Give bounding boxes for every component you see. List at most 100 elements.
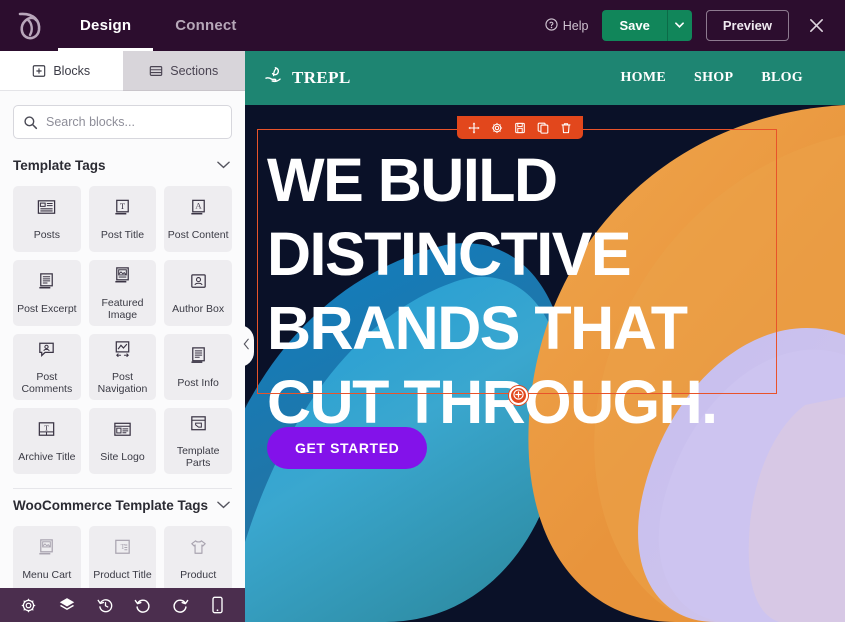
product-title-icon: T (112, 537, 133, 563)
history-icon[interactable] (97, 597, 114, 614)
block-card-site-logo[interactable]: Site Logo (88, 408, 157, 474)
block-card-product[interactable]: Product (164, 526, 232, 592)
block-card-label: Post Title (100, 228, 145, 241)
block-card-label: Product Title (93, 568, 152, 581)
top-bar: Design Connect Help Save Preview (0, 0, 845, 51)
section-header-template-tags[interactable]: Template Tags (0, 149, 245, 180)
search-input[interactable] (46, 115, 231, 129)
featured-image-icon (112, 265, 133, 291)
plus-circle-icon (513, 387, 524, 405)
save-button[interactable]: Save (602, 10, 667, 41)
post-title-icon: T (112, 197, 133, 223)
block-card-label: Post Navigation (97, 370, 148, 395)
preview-canvas[interactable]: TREPL HOME SHOP BLOG WE BUILD DISTINCTIV… (245, 51, 845, 622)
tab-connect[interactable]: Connect (153, 0, 258, 51)
main-nav-tabs: Design Connect (58, 0, 259, 51)
block-card-product-title[interactable]: T Product Title (88, 526, 157, 592)
block-card-template-parts[interactable]: Template Parts (164, 408, 232, 474)
leaf-logo-icon[interactable] (0, 0, 58, 51)
hand-plant-icon (263, 65, 285, 92)
undo-icon[interactable] (134, 597, 151, 614)
posts-icon (36, 197, 57, 223)
add-block-button[interactable] (509, 386, 528, 405)
tab-design[interactable]: Design (58, 0, 154, 51)
block-card-post-title[interactable]: T Post Title (88, 186, 157, 252)
svg-text:T: T (44, 423, 49, 432)
svg-text:A: A (195, 200, 202, 210)
block-card-label: Post Excerpt (17, 302, 77, 315)
save-block-icon[interactable] (514, 122, 526, 134)
block-card-label: Post Comments (21, 370, 73, 395)
site-logo-text: TREPL (292, 68, 351, 87)
block-card-post-content[interactable]: A Post Content (164, 186, 232, 252)
block-toolbar (457, 116, 583, 139)
post-comments-icon (36, 339, 57, 365)
chevron-down-icon (217, 496, 230, 514)
preview-button[interactable]: Preview (705, 10, 789, 41)
search-box[interactable] (13, 105, 232, 139)
site-nav-blog[interactable]: BLOG (761, 70, 803, 86)
block-card-post-navigation[interactable]: Post Navigation (88, 334, 157, 400)
block-card-post-info[interactable]: Post Info (164, 334, 232, 400)
responsive-mobile-icon[interactable] (210, 596, 225, 614)
blocks-icon (32, 64, 46, 78)
block-card-label: Archive Title (18, 450, 76, 463)
bottom-toolbar (0, 588, 245, 622)
sections-icon (149, 64, 163, 78)
panel-tab-blocks-label: Blocks (53, 63, 91, 78)
panel-scroll-area[interactable]: Template Tags Posts (0, 91, 245, 622)
redo-icon[interactable] (172, 597, 189, 614)
close-icon[interactable] (803, 13, 829, 39)
tab-connect-label: Connect (175, 17, 237, 34)
get-started-button[interactable]: GET STARTED (267, 427, 428, 469)
block-card-label: Author Box (172, 302, 225, 315)
section-header-woocommerce[interactable]: WooCommerce Template Tags (0, 489, 245, 520)
block-card-label: Featured Image (101, 296, 144, 321)
block-card-author-box[interactable]: Author Box (164, 260, 232, 326)
save-dropdown-toggle[interactable] (666, 10, 692, 41)
post-info-icon (188, 345, 209, 371)
block-card-label: Post Info (177, 376, 219, 389)
block-card-label: Product (180, 568, 217, 581)
block-card-label: Site Logo (100, 450, 145, 463)
template-parts-icon (188, 413, 209, 439)
post-excerpt-icon (36, 271, 57, 297)
trash-icon[interactable] (560, 122, 572, 134)
page-builder-app: Design Connect Help Save Preview Blocks … (0, 0, 845, 622)
section-title: Template Tags (13, 157, 106, 173)
block-card-posts[interactable]: Posts (13, 186, 81, 252)
block-card-featured-image[interactable]: Featured Image (88, 260, 157, 326)
block-card-archive-title[interactable]: T Archive Title (13, 408, 81, 474)
block-card-post-excerpt[interactable]: Post Excerpt (13, 260, 81, 326)
site-nav-home[interactable]: HOME (620, 70, 666, 86)
blocks-grid-template-tags: Posts T Post Title A Post Content Post E… (0, 180, 245, 474)
tab-design-label: Design (80, 17, 132, 34)
archive-title-icon: T (36, 419, 57, 445)
product-icon (188, 537, 209, 563)
chevron-left-icon (243, 337, 250, 355)
block-card-label: Posts (33, 228, 60, 241)
post-content-icon: A (188, 197, 209, 223)
block-card-menu-cart[interactable]: Menu Cart (13, 526, 81, 592)
settings-gear-icon[interactable] (20, 597, 37, 614)
site-header: TREPL HOME SHOP BLOG (245, 51, 845, 105)
help-label: Help (562, 18, 589, 33)
svg-text:T: T (120, 201, 126, 211)
blocks-grid-woocommerce: Menu Cart T Product Title Product (0, 520, 245, 592)
block-card-post-comments[interactable]: Post Comments (13, 334, 81, 400)
site-nav-shop[interactable]: SHOP (694, 70, 733, 86)
duplicate-icon[interactable] (537, 122, 549, 134)
help-button[interactable]: Help (545, 17, 589, 34)
drag-move-icon[interactable] (468, 122, 480, 134)
panel-tab-blocks[interactable]: Blocks (0, 51, 123, 91)
gear-icon[interactable] (491, 122, 503, 134)
hero-section[interactable]: WE BUILD DISTINCTIVE BRANDS THAT CUT THR… (245, 105, 845, 622)
layers-icon[interactable] (58, 596, 76, 614)
site-nav: HOME SHOP BLOG (620, 70, 827, 86)
left-panel: Blocks Sections Search blocks... Templat… (0, 51, 245, 622)
hero-content: WE BUILD DISTINCTIVE BRANDS THAT CUT THR… (245, 105, 845, 622)
panel-tab-sections[interactable]: Sections (122, 51, 245, 91)
site-logo[interactable]: TREPL (263, 65, 351, 92)
author-box-icon (188, 271, 209, 297)
block-card-label: Post Content (167, 228, 229, 241)
